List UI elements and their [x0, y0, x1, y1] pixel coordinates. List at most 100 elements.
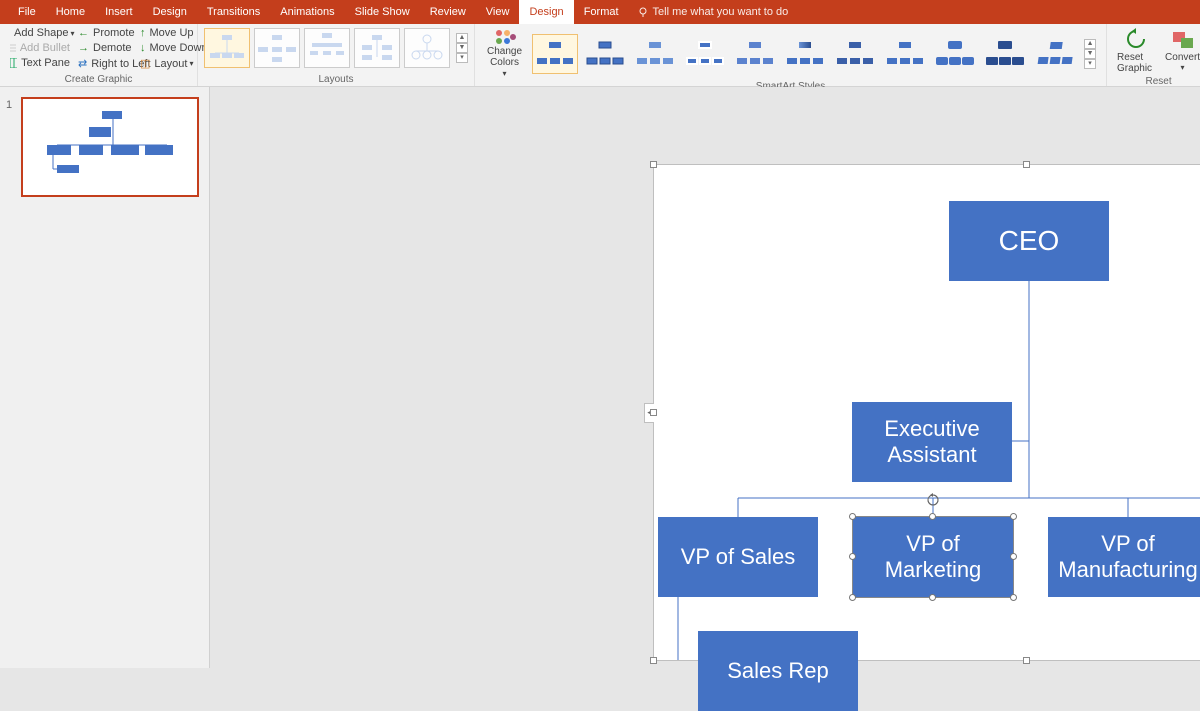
shape-handle[interactable] — [1010, 553, 1017, 560]
change-colors-label: Change Colors — [487, 46, 522, 68]
swap-icon: ⇄ — [78, 57, 87, 70]
resize-handle[interactable] — [1023, 657, 1030, 664]
styles-gallery-spinner[interactable]: ▲▼▾ — [1084, 39, 1096, 69]
add-shape-label: Add Shape — [14, 27, 68, 39]
style-thumb[interactable] — [632, 34, 678, 74]
tab-insert[interactable]: Insert — [95, 0, 143, 24]
spin-down-icon[interactable]: ▼ — [456, 43, 468, 53]
convert-icon — [1171, 28, 1195, 50]
shape-handle[interactable] — [849, 513, 856, 520]
arrow-up-icon: ↑ — [140, 27, 146, 39]
tab-format[interactable]: Format — [574, 0, 629, 24]
style-thumb[interactable] — [532, 34, 578, 74]
node-ceo[interactable]: CEO — [949, 201, 1109, 281]
add-shape-button[interactable]: Add Shape ▾ — [6, 26, 74, 40]
shape-handle[interactable] — [929, 513, 936, 520]
resize-handle[interactable] — [650, 161, 657, 168]
group-create-graphic: Add Shape ▾ Add Bullet Text Pane ←Promot… — [0, 24, 198, 86]
tab-review[interactable]: Review — [420, 0, 476, 24]
slide-canvas[interactable]: ◂ CEO Exec — [210, 87, 1200, 668]
resize-handle[interactable] — [1023, 161, 1030, 168]
tab-smartart-design[interactable]: Design — [519, 0, 573, 24]
layout-thumb[interactable] — [404, 28, 450, 68]
layouts-gallery: ▲▼▾ — [204, 26, 468, 68]
style-thumb[interactable] — [882, 34, 928, 74]
demote-button[interactable]: → Demote — [74, 41, 136, 55]
spin-up-icon[interactable]: ▲ — [456, 33, 468, 43]
node-sales-rep-label: Sales Rep — [727, 658, 829, 684]
node-vp-manufacturing-label: VP of Manufacturing — [1052, 531, 1200, 584]
thumbnail-preview-icon — [27, 103, 197, 195]
group-reset: Reset Graphic Convert ▾ Reset — [1107, 24, 1200, 86]
rotate-handle-icon[interactable] — [926, 493, 940, 507]
resize-handle[interactable] — [650, 657, 657, 664]
layout-label: Layout — [154, 58, 187, 70]
move-up-button[interactable]: ↑ Move Up — [136, 26, 201, 40]
reset-icon — [1124, 28, 1148, 50]
text-pane-button[interactable]: Text Pane — [6, 56, 74, 70]
reset-graphic-button[interactable]: Reset Graphic — [1113, 26, 1159, 76]
node-vp-marketing-label: VP of Marketing — [857, 531, 1009, 584]
add-bullet-button[interactable]: Add Bullet — [6, 41, 74, 55]
node-ea[interactable]: Executive Assistant — [852, 402, 1012, 482]
move-up-label: Move Up — [150, 27, 194, 39]
node-vp-sales-label: VP of Sales — [681, 544, 796, 570]
tab-file[interactable]: File — [8, 0, 46, 24]
convert-label: Convert — [1165, 52, 1200, 63]
slide-thumbnail[interactable] — [21, 97, 199, 197]
node-sales-rep[interactable]: Sales Rep — [698, 631, 858, 711]
style-thumb[interactable] — [782, 34, 828, 74]
tell-me-search[interactable]: Tell me what you want to do — [637, 6, 789, 18]
move-down-button[interactable]: ↓Move Down — [136, 41, 201, 55]
node-ea-label: Executive Assistant — [856, 416, 1008, 469]
layout-thumb[interactable] — [354, 28, 400, 68]
style-thumb[interactable] — [1032, 34, 1078, 74]
node-vp-manufacturing[interactable]: VP of Manufacturing — [1048, 517, 1200, 597]
promote-button[interactable]: ←Promote — [74, 26, 136, 40]
shape-handle[interactable] — [1010, 513, 1017, 520]
layouts-gallery-spinner[interactable]: ▲▼▾ — [456, 33, 468, 63]
style-thumb[interactable] — [932, 34, 978, 74]
style-thumb[interactable] — [682, 34, 728, 74]
node-vp-marketing[interactable]: VP of Marketing — [853, 517, 1013, 597]
layout-thumb[interactable] — [254, 28, 300, 68]
tab-transitions[interactable]: Transitions — [197, 0, 270, 24]
arrow-down-icon: ↓ — [140, 42, 146, 54]
spin-down-icon[interactable]: ▼ — [1084, 49, 1096, 59]
layout-thumb[interactable] — [204, 28, 250, 68]
spin-up-icon[interactable]: ▲ — [1084, 39, 1096, 49]
shape-handle[interactable] — [849, 594, 856, 601]
resize-handle[interactable] — [650, 409, 657, 416]
layout-thumb[interactable] — [304, 28, 350, 68]
text-pane-label: Text Pane — [21, 57, 70, 69]
spin-more-icon[interactable]: ▾ — [456, 53, 468, 63]
dropdown-caret-icon: ▾ — [1181, 63, 1185, 72]
convert-button[interactable]: Convert ▾ — [1161, 26, 1200, 74]
style-thumb[interactable] — [982, 34, 1028, 74]
tab-animations[interactable]: Animations — [270, 0, 344, 24]
style-thumb[interactable] — [582, 34, 628, 74]
shape-handle[interactable] — [929, 594, 936, 601]
lightbulb-icon — [637, 6, 649, 18]
layout-button[interactable]: ◫Layout▾ — [136, 56, 201, 71]
style-thumb[interactable] — [732, 34, 778, 74]
dropdown-caret-icon: ▾ — [503, 69, 507, 78]
arrow-right-icon: → — [78, 42, 89, 54]
text-pane-icon — [10, 58, 17, 68]
group-label-layouts: Layouts — [204, 74, 468, 86]
tab-home[interactable]: Home — [46, 0, 95, 24]
demote-label: Demote — [93, 42, 132, 54]
tab-slideshow[interactable]: Slide Show — [345, 0, 420, 24]
shape-handle[interactable] — [849, 553, 856, 560]
node-vp-sales[interactable]: VP of Sales — [658, 517, 818, 597]
group-smartart-styles: Change Colors ▾ ▲▼▾ SmartArt Styles — [475, 24, 1107, 86]
tab-design[interactable]: Design — [143, 0, 197, 24]
shape-handle[interactable] — [1010, 594, 1017, 601]
tab-view[interactable]: View — [476, 0, 520, 24]
ribbon-tabs: File Home Insert Design Transitions Anim… — [0, 0, 1200, 24]
style-thumb[interactable] — [832, 34, 878, 74]
rtl-button[interactable]: ⇄Right to Left — [74, 56, 136, 71]
spin-more-icon[interactable]: ▾ — [1084, 59, 1096, 69]
change-colors-button[interactable]: Change Colors ▾ — [481, 26, 528, 81]
smartart-container[interactable]: ◂ CEO Exec — [653, 164, 1200, 661]
